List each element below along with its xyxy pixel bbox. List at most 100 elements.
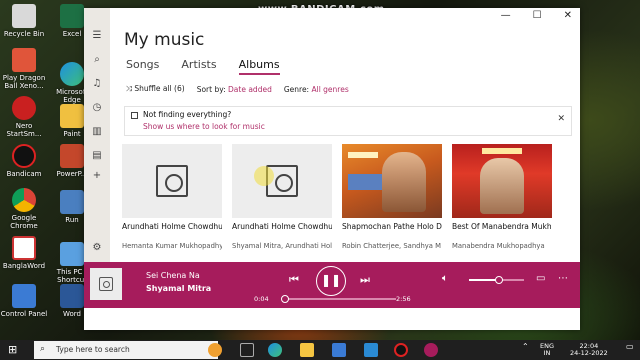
nero-icon [12, 96, 36, 120]
album-artist: Manabendra Mukhopadhya [452, 242, 545, 250]
seek-slider[interactable] [281, 295, 396, 303]
notice-checkbox-icon [131, 112, 138, 119]
cover-portrait [382, 152, 426, 212]
album-title: Best Of Manabendra Mukherjee [452, 222, 552, 231]
edge-taskbar-icon[interactable] [268, 343, 282, 357]
excel-icon [60, 4, 84, 28]
not-finding-notice: Not finding everything? Show us where to… [124, 106, 572, 136]
volume-button[interactable]: 🔈︎ [442, 273, 448, 284]
now-playing-thumbnail[interactable] [90, 268, 122, 300]
clock[interactable]: 22:04 24-12-2022 [570, 343, 608, 357]
now-playing-artist[interactable]: Shyamal Mitra [146, 284, 211, 293]
store-icon[interactable] [332, 343, 346, 357]
seek-handle[interactable] [281, 295, 290, 303]
library-toolbar: ⤨ Shuffle all (6) Sort by: Date added Ge… [126, 84, 349, 94]
now-playing-bar: Sei Chena Na Shyamal Mitra ⏮ ❚❚ ⏭ 0:04 2… [84, 262, 580, 308]
recycle-bin-icon [12, 4, 36, 28]
tab-songs[interactable]: Songs [126, 58, 159, 75]
notice-title: Not finding everything? [143, 110, 232, 119]
album-tile[interactable]: Shapmochan Pathe Holo Deri Indrani Robin… [342, 144, 442, 250]
dismiss-notice-button[interactable]: ✕ [557, 114, 565, 124]
add-playlist-icon[interactable]: + [91, 170, 103, 182]
total-time: 2:56 [396, 295, 411, 303]
album-tile[interactable]: Arundhati Holme Chowdhury - Jete Jete Ki… [232, 144, 332, 250]
paint-icon [60, 104, 84, 128]
now-playing-icon[interactable]: ▥ [91, 126, 103, 138]
shuffle-icon: ⤨ [126, 84, 132, 93]
more-icon: ⋯ [558, 273, 568, 284]
nav-rail: ☰ ⌕ ♫ ◷ ▥ ▤ + ⚙ [84, 8, 110, 262]
more-options-button[interactable]: ⋯ [558, 273, 568, 284]
groove-music-taskbar-icon[interactable] [424, 343, 438, 357]
windows-logo-icon: ⊞ [8, 343, 18, 356]
language-indicator[interactable]: ENG IN [540, 343, 554, 357]
tab-bar: Songs Artists Albums [126, 58, 280, 75]
run-icon [60, 190, 84, 214]
taskbar-search-box[interactable]: ⌕ Type here to search [34, 341, 218, 359]
cover-text-block [348, 152, 378, 158]
bandicam-taskbar-icon[interactable] [394, 343, 408, 357]
show-music-locations-link[interactable]: Show us where to look for music [143, 122, 265, 131]
taskbar: ⊞ ⌕ Type here to search ⌃ ENG IN 22:04 2… [0, 340, 640, 360]
file-explorer-icon[interactable] [300, 343, 314, 357]
album-artist: Shyamal Mitra, Arundhati Holme [232, 242, 332, 250]
minimize-button[interactable]: — [501, 10, 511, 21]
close-icon: ✕ [557, 114, 565, 124]
music-note-icon[interactable]: ♫ [91, 78, 103, 90]
desktop-icon-control-panel[interactable]: Control Panel [0, 284, 48, 318]
mini-player-button[interactable]: ▭ [536, 273, 545, 284]
taskbar-weather-icon[interactable] [208, 343, 222, 357]
edge-icon [60, 62, 84, 86]
genre-dropdown[interactable]: Genre: All genres [284, 85, 349, 94]
desktop-icon-dragon-ball[interactable]: Play Dragon Ball Xeno... [0, 48, 48, 90]
mini-player-icon: ▭ [536, 273, 546, 284]
powerpoint-icon [60, 144, 84, 168]
tab-artists[interactable]: Artists [181, 58, 216, 75]
bandicam-icon [12, 144, 36, 168]
page-title: My music [124, 30, 205, 50]
next-track-button[interactable]: ⏭ [360, 273, 370, 287]
game-icon [12, 48, 36, 72]
window-controls: — ☐ ✕ [501, 10, 572, 21]
maximize-button[interactable]: ☐ [533, 10, 542, 21]
desktop-icon-banglaword[interactable]: BanglaWord [0, 236, 48, 270]
album-cover-art [452, 144, 552, 218]
recent-clock-icon[interactable]: ◷ [91, 102, 103, 114]
desktop-icon-chrome[interactable]: Google Chrome [0, 188, 48, 230]
shuffle-all-button[interactable]: ⤨ Shuffle all (6) [126, 84, 185, 94]
album-tile[interactable]: Best Of Manabendra Mukherjee Manabendra … [452, 144, 552, 250]
settings-gear-icon[interactable]: ⚙ [91, 242, 103, 254]
sort-dropdown[interactable]: Sort by: Date added [197, 85, 272, 94]
chrome-icon [12, 188, 36, 212]
speaker-icon: 🔈︎ [442, 273, 448, 284]
now-playing-track[interactable]: Sei Chena Na [146, 271, 200, 280]
tray-overflow-icon[interactable]: ⌃ [522, 343, 529, 351]
mail-icon[interactable] [364, 343, 378, 357]
album-art-placeholder [122, 144, 222, 218]
tab-albums[interactable]: Albums [238, 58, 280, 75]
notifications-icon[interactable]: ▭ [626, 343, 634, 351]
desktop-icon-bandicam[interactable]: Bandicam [0, 144, 48, 178]
album-artist: Robin Chatterjee, Sandhya M [342, 242, 441, 250]
task-view-icon[interactable] [240, 343, 254, 357]
desktop-icon-nero[interactable]: Nero StartSm... [0, 96, 48, 138]
volume-slider[interactable] [469, 276, 524, 284]
volume-handle[interactable] [495, 276, 504, 284]
album-disc-icon [99, 277, 113, 291]
computer-icon [60, 242, 84, 266]
playlist-icon[interactable]: ▤ [91, 150, 103, 162]
hamburger-menu-icon[interactable]: ☰ [91, 30, 103, 42]
search-icon[interactable]: ⌕ [91, 54, 103, 66]
elapsed-time: 0:04 [254, 295, 269, 303]
pause-button[interactable]: ❚❚ [316, 266, 346, 296]
banglaword-icon [12, 236, 36, 260]
desktop-icon-recycle-bin[interactable]: Recycle Bin [0, 4, 48, 38]
cover-text-block [482, 148, 522, 154]
album-tile[interactable]: Arundhati Holme Chowdhury - Jete Jete Ki… [122, 144, 222, 250]
close-button[interactable]: ✕ [564, 10, 572, 21]
album-title: Arundhati Holme Chowdhury - Jete Jete Ki [122, 222, 222, 231]
album-title: Arundhati Holme Chowdhury - Jete Jete Ki [232, 222, 332, 231]
previous-track-button[interactable]: ⏮ [289, 273, 299, 287]
start-button[interactable]: ⊞ [8, 344, 20, 356]
album-art-placeholder [232, 144, 332, 218]
